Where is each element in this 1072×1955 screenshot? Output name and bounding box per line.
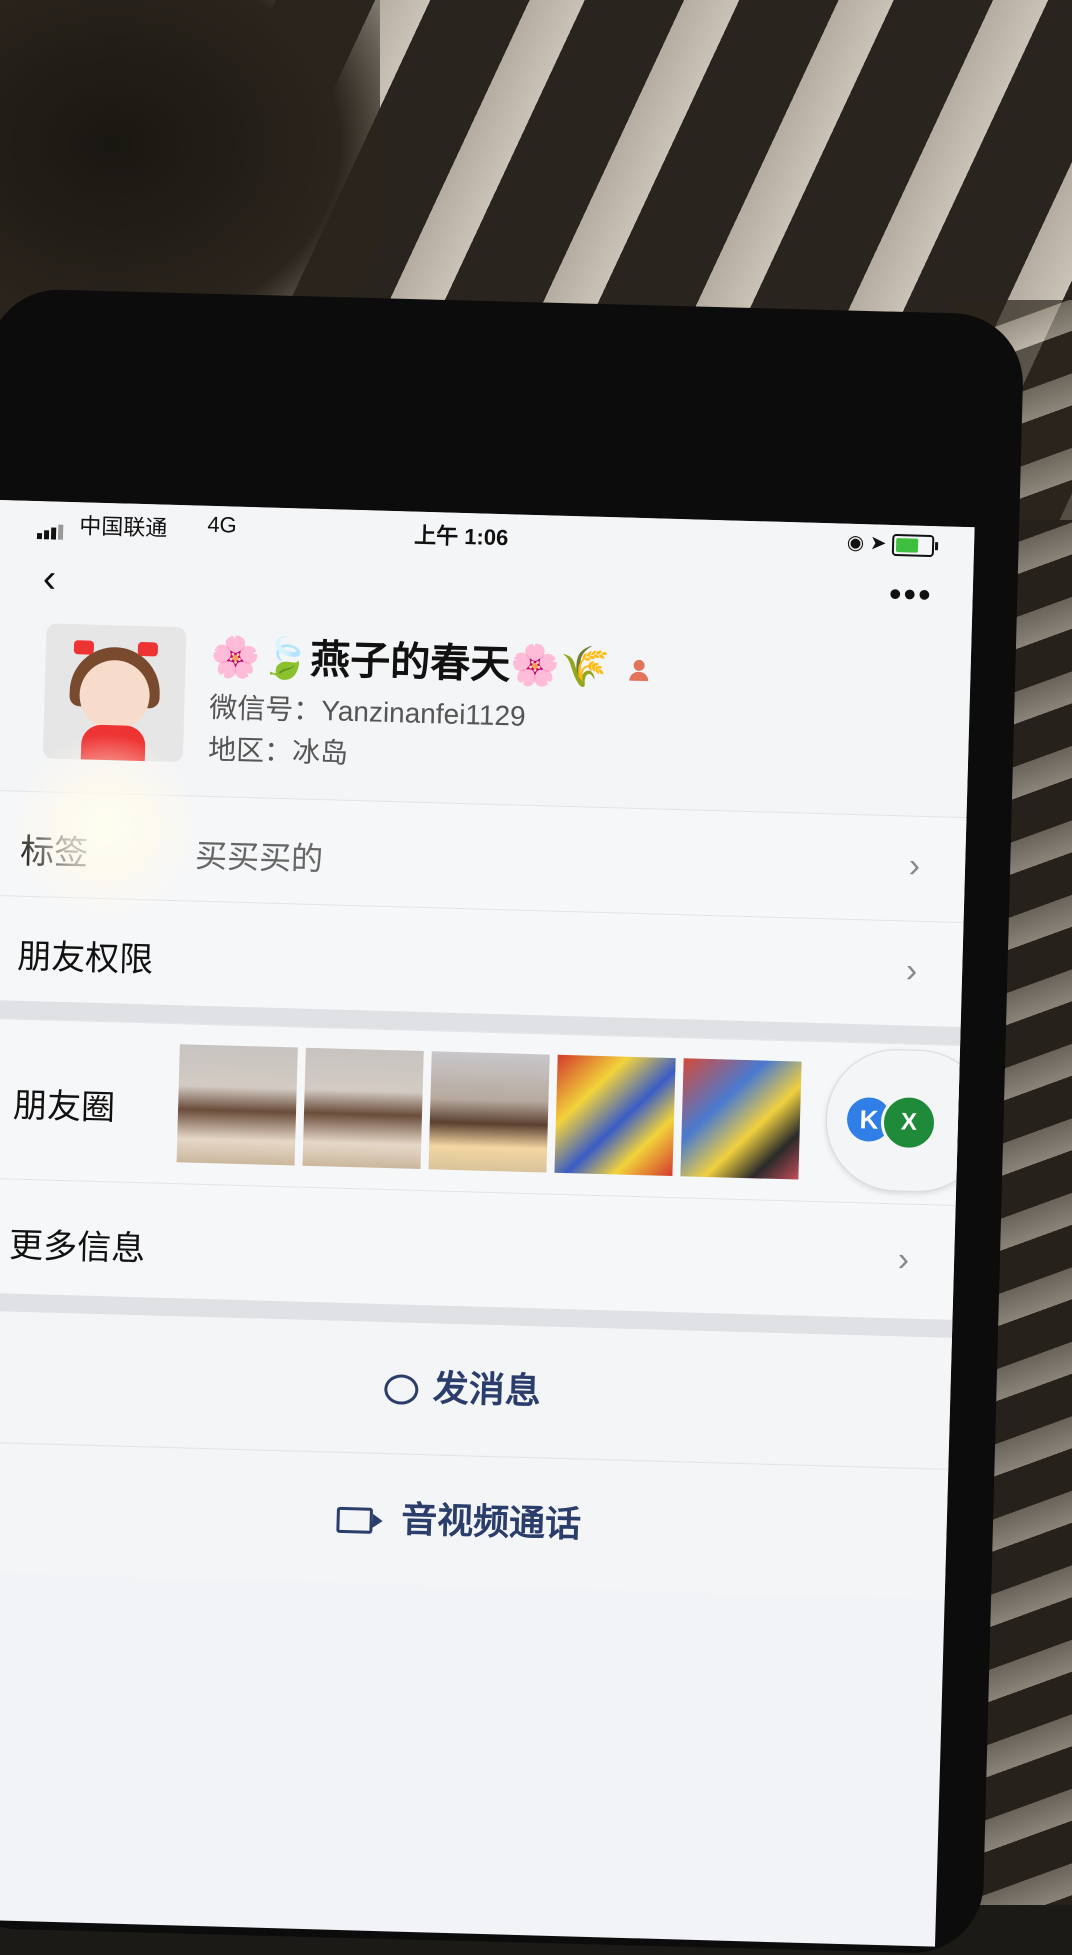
rotation-lock-icon: ◉ — [846, 531, 865, 555]
nickname: 🌸🍃燕子的春天🌸🌾 — [210, 624, 649, 694]
moments-photos — [176, 1044, 810, 1180]
moments-photo — [176, 1044, 298, 1166]
floating-window-bubble[interactable]: K X — [824, 1047, 975, 1194]
video-call-button[interactable]: 音视频通话 — [0, 1441, 949, 1600]
phone-screen: 中国联通 4G 上午 1:06 ◉ ➤ ‹ ••• 🌸🍃燕子的春天🌸🌾 微信号：… — [0, 500, 975, 1947]
video-camera-icon — [336, 1507, 374, 1535]
send-message-button[interactable]: 发消息 — [0, 1310, 952, 1468]
nickname-emoji-prefix: 🌸🍃 — [210, 634, 311, 682]
carrier-name: 中国联通 — [78, 513, 168, 541]
nickname-emoji-suffix: 🌸🌾 — [509, 643, 611, 691]
chevron-right-icon: › — [908, 846, 921, 885]
status-icons: ◉ ➤ — [846, 530, 935, 557]
location-icon: ➤ — [869, 532, 887, 555]
region: 地区：冰岛 — [207, 733, 349, 769]
send-message-label: 发消息 — [432, 1367, 542, 1412]
avatar-face — [78, 659, 151, 732]
tags-value: 买买买的 — [194, 837, 324, 878]
moments-photo — [428, 1051, 550, 1173]
moments-photo — [680, 1058, 802, 1180]
battery-icon — [891, 533, 935, 557]
chat-bubble-icon — [384, 1374, 420, 1406]
floating-app-x-icon[interactable]: X — [880, 1093, 938, 1152]
nickname-text: 燕子的春天 — [309, 637, 511, 688]
avatar-bow-right — [137, 641, 159, 657]
signal-icon — [36, 513, 66, 540]
avatar-bow-left — [73, 640, 95, 655]
video-call-label: 音视频通话 — [400, 1498, 582, 1545]
moments-photo — [554, 1054, 676, 1177]
moments-row[interactable]: 朋友圈 K X — [0, 1017, 975, 1206]
network-type: 4G — [207, 511, 238, 538]
chevron-left-icon: ‹ — [42, 556, 57, 601]
gender-person-icon — [629, 660, 648, 682]
more-info-label: 更多信息 — [8, 1226, 146, 1269]
moments-label: 朋友圈 — [12, 1086, 116, 1128]
more-button[interactable]: ••• — [888, 573, 933, 616]
chevron-right-icon: › — [905, 951, 918, 990]
chevron-right-icon: › — [897, 1240, 910, 1279]
status-time: 上午 1:06 — [413, 522, 509, 551]
wechat-id: 微信号：Yanzinanfei1129 — [208, 691, 527, 732]
back-button[interactable]: ‹ — [42, 556, 57, 601]
friend-permissions-label: 朋友权限 — [16, 937, 154, 980]
moments-photo — [302, 1047, 424, 1170]
